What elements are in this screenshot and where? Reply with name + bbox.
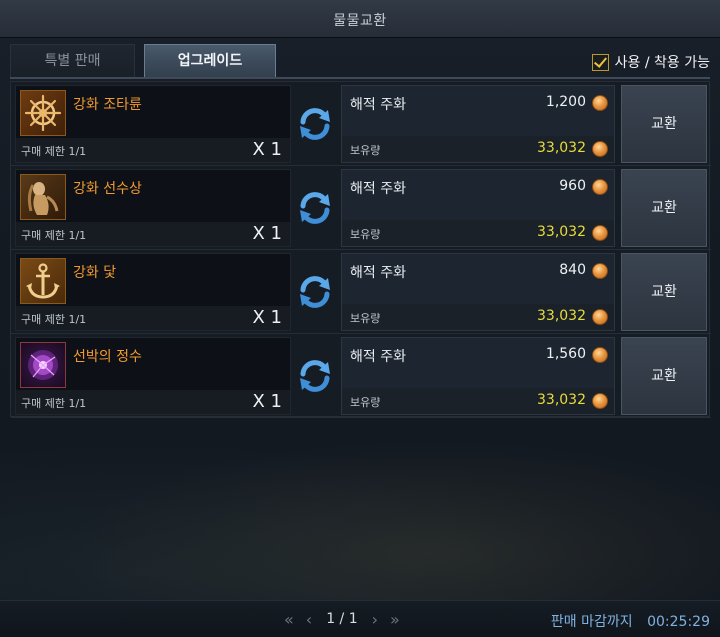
exchange-list: 강화 조타륜 구매 제한 1/1 X 1 해적 주화 1,200 보유량 33,… — [10, 81, 711, 418]
tab-divider — [10, 77, 710, 79]
exchange-row: 강화 조타륜 구매 제한 1/1 X 1 해적 주화 1,200 보유량 33,… — [11, 82, 711, 166]
item-footer: 구매 제한 1/1 X 1 — [16, 222, 290, 246]
cost-value: 1,560 — [545, 346, 586, 362]
pirate-coin-icon — [592, 141, 608, 157]
helm-wheel-icon[interactable] — [20, 90, 66, 136]
cost-value: 1,200 — [545, 94, 586, 110]
sale-deadline: 판매 마감까지 00:25:29 — [551, 611, 710, 631]
pirate-coin-icon — [592, 393, 608, 409]
item-footer: 구매 제한 1/1 X 1 — [16, 138, 290, 162]
pagination: « ‹ 1 / 1 › » — [284, 609, 400, 629]
owned-footer: 보유량 33,032 — [342, 136, 614, 162]
purchase-limit: 구매 제한 1/1 — [21, 397, 87, 410]
exchange-row: 선박의 정수 구매 제한 1/1 X 1 해적 주화 1,560 보유량 33,… — [11, 334, 711, 418]
cost-value: 840 — [559, 262, 586, 278]
pirate-coin-icon — [592, 225, 608, 241]
exchange-button[interactable]: 교환 — [621, 85, 707, 163]
currency-name: 해적 주화 — [350, 181, 406, 197]
cost-slot: 해적 주화 1,200 보유량 33,032 — [341, 85, 615, 163]
next-page-button[interactable]: › — [372, 610, 378, 629]
exchange-button[interactable]: 교환 — [621, 337, 707, 415]
exchange-arrows-icon — [300, 276, 330, 308]
owned-value: 33,032 — [537, 224, 586, 240]
deadline-label: 판매 마감까지 — [550, 614, 633, 630]
currency-name: 해적 주화 — [350, 349, 406, 365]
cost-value: 960 — [559, 178, 586, 194]
usable-filter[interactable]: 사용 / 착용 가능 — [591, 52, 710, 72]
item-name: 강화 닻 — [73, 265, 117, 281]
first-page-button[interactable]: « — [284, 610, 294, 629]
footer-bar: « ‹ 1 / 1 › » 판매 마감까지 00:25:29 — [0, 600, 720, 637]
owned-label: 보유량 — [350, 312, 381, 325]
item-slot: 선박의 정수 구매 제한 1/1 X 1 — [15, 337, 291, 415]
purchase-limit: 구매 제한 1/1 — [21, 229, 87, 242]
item-quantity: X 1 — [252, 223, 282, 244]
prev-page-button[interactable]: ‹ — [306, 610, 312, 629]
purchase-limit: 구매 제한 1/1 — [21, 145, 87, 158]
pirate-coin-icon — [592, 95, 608, 111]
ship-essence-icon[interactable] — [20, 342, 66, 388]
owned-footer: 보유량 33,032 — [342, 388, 614, 414]
barter-window: 물물교환 특별 판매 업그레이드 사용 / 착용 가능 강화 조타륜 구매 제한… — [0, 0, 720, 637]
last-page-button[interactable]: » — [390, 610, 400, 629]
exchange-arrows-icon — [300, 360, 330, 392]
purchase-limit: 구매 제한 1/1 — [21, 313, 87, 326]
item-name: 강화 조타륜 — [73, 97, 142, 113]
exchange-row: 강화 닻 구매 제한 1/1 X 1 해적 주화 840 보유량 33,032 — [11, 250, 711, 334]
exchange-row: 강화 선수상 구매 제한 1/1 X 1 해적 주화 960 보유량 33,03… — [11, 166, 711, 250]
exchange-arrows-icon — [300, 192, 330, 224]
usable-filter-label: 사용 / 착용 가능 — [614, 55, 710, 71]
pirate-coin-icon — [592, 263, 608, 279]
usable-checkbox[interactable] — [591, 53, 609, 71]
item-footer: 구매 제한 1/1 X 1 — [16, 390, 290, 414]
pirate-coin-icon — [592, 309, 608, 325]
window-title: 물물교환 — [333, 13, 387, 29]
item-slot: 강화 선수상 구매 제한 1/1 X 1 — [15, 169, 291, 247]
exchange-button[interactable]: 교환 — [621, 169, 707, 247]
cost-slot: 해적 주화 1,560 보유량 33,032 — [341, 337, 615, 415]
tab-special-sale[interactable]: 특별 판매 — [10, 44, 135, 77]
item-quantity: X 1 — [252, 391, 282, 412]
cost-slot: 해적 주화 960 보유량 33,032 — [341, 169, 615, 247]
pirate-coin-icon — [592, 179, 608, 195]
owned-label: 보유량 — [350, 396, 381, 409]
owned-value: 33,032 — [537, 308, 586, 324]
owned-label: 보유량 — [350, 228, 381, 241]
item-slot: 강화 조타륜 구매 제한 1/1 X 1 — [15, 85, 291, 163]
owned-value: 33,032 — [537, 392, 586, 408]
owned-label: 보유량 — [350, 144, 381, 157]
title-bar: 물물교환 — [0, 0, 720, 38]
item-quantity: X 1 — [252, 307, 282, 328]
pirate-coin-icon — [592, 347, 608, 363]
item-slot: 강화 닻 구매 제한 1/1 X 1 — [15, 253, 291, 331]
tab-upgrade[interactable]: 업그레이드 — [144, 44, 276, 77]
owned-footer: 보유량 33,032 — [342, 220, 614, 246]
owned-footer: 보유량 33,032 — [342, 304, 614, 330]
owned-value: 33,032 — [537, 140, 586, 156]
exchange-arrows-icon — [300, 108, 330, 140]
item-name: 선박의 정수 — [73, 349, 142, 365]
background-art — [0, 420, 720, 610]
item-quantity: X 1 — [252, 139, 282, 160]
item-footer: 구매 제한 1/1 X 1 — [16, 306, 290, 330]
cost-slot: 해적 주화 840 보유량 33,032 — [341, 253, 615, 331]
figurehead-icon[interactable] — [20, 174, 66, 220]
currency-name: 해적 주화 — [350, 97, 406, 113]
anchor-icon[interactable] — [20, 258, 66, 304]
item-name: 강화 선수상 — [73, 181, 142, 197]
deadline-timer: 00:25:29 — [647, 614, 710, 630]
page-indicator: 1 / 1 — [326, 611, 358, 627]
exchange-button[interactable]: 교환 — [621, 253, 707, 331]
currency-name: 해적 주화 — [350, 265, 406, 281]
